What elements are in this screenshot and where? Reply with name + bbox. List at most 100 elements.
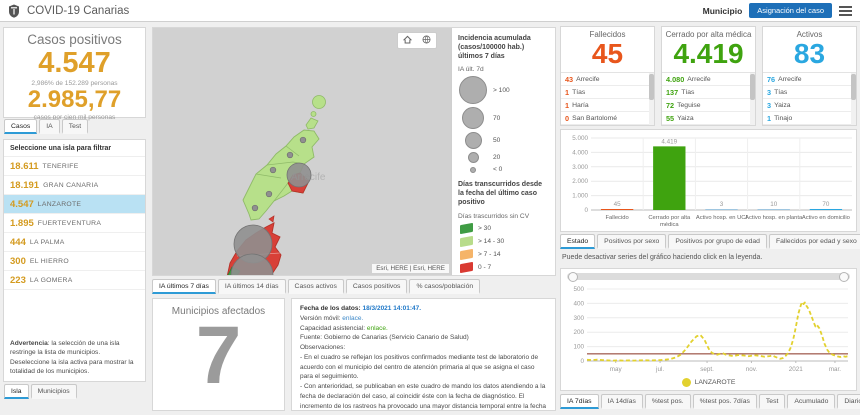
ia-line-chart-card: 0 100 200 300 400 500 may jul. sept. nov. 2021 mar.…	[560, 268, 857, 391]
tab-ia[interactable]: IA	[39, 119, 60, 134]
tab-municipios[interactable]: Municipios	[30, 384, 77, 399]
capacidad-link[interactable]: enlace.	[367, 325, 388, 332]
tab-ia-ltimos-7-d-as[interactable]: IA últimos 7 días	[152, 279, 216, 294]
legend-sizes: > 100 70 50 20 < 0	[458, 76, 549, 173]
svg-text:nov.: nov.	[746, 366, 758, 373]
status-list-item[interactable]: 1 Tinajo	[763, 112, 856, 125]
charts-hint: Puede desactivar series del gráfico haci…	[562, 254, 763, 261]
home-icon[interactable]	[402, 32, 413, 50]
tab-test-pos[interactable]: %test pos.	[644, 394, 691, 409]
svg-text:Activo hosp. en UCI: Activo hosp. en UCI	[696, 215, 748, 221]
scrollbar[interactable]	[851, 73, 856, 125]
tab-positivos-por-grupo-de-edad[interactable]: Positivos por grupo de edad	[668, 234, 767, 249]
menu-icon[interactable]	[839, 5, 852, 16]
map-attribution: Esri, HERE | Esri, HERE	[372, 264, 449, 273]
lanzarote-legend-label[interactable]: LANZAROTE	[695, 379, 736, 386]
status-list-item[interactable]: 1 Tías	[561, 86, 654, 99]
lanzarote-legend-dot[interactable]	[681, 378, 691, 387]
slider-handle-right[interactable]	[839, 272, 849, 282]
legend-days-subtitle: Días trascurridos sin CV	[458, 212, 530, 220]
notes-bullets: - En el cuadro se reflejan los positivos…	[300, 353, 547, 410]
svg-text:2021: 2021	[789, 366, 804, 373]
assign-case-button[interactable]: Asignación del caso	[749, 3, 832, 18]
status-list-item[interactable]: 3 Tías	[763, 86, 856, 99]
status-list-item[interactable]: 55 Yaiza	[662, 112, 755, 125]
status-list-item[interactable]: 3 Yaiza	[763, 99, 856, 112]
tab-fallecidos-por-edad-y-sexo[interactable]: Fallecidos por edad y sexo	[768, 234, 860, 249]
svg-text:4.000: 4.000	[572, 149, 588, 156]
line-chart-legend[interactable]: LANZAROTE	[561, 378, 856, 387]
status-card-fallecidos: Fallecidos 45 43 Arrecife 1 Tías 1 Haría 0 San Ba…	[560, 26, 655, 126]
island-filter-card: Seleccione una isla para filtrar 18.611 T…	[3, 139, 146, 382]
legend-days-item: 0 - 7	[458, 261, 549, 273]
tab-casos-poblaci-n[interactable]: % casos/población	[409, 279, 481, 294]
svg-text:3: 3	[720, 201, 724, 208]
island-row-tenerife[interactable]: 18.611 TENERIFE	[4, 157, 145, 176]
fuente-line: Fuente: Gobierno de Canarias (Servicio C…	[300, 334, 469, 342]
tab-casos-activos[interactable]: Casos activos	[287, 279, 344, 294]
positives-title: Casos positivos	[27, 32, 122, 47]
status-list-item[interactable]: 137 Tías	[662, 86, 755, 99]
island-row-fuerteventura[interactable]: 1.895 FUERTEVENTURA	[4, 214, 145, 233]
svg-text:Activo hosp. en planta: Activo hosp. en planta	[745, 215, 803, 221]
tab-ia-7d-as[interactable]: IA 7días	[560, 394, 599, 409]
legend-size-item: 70	[458, 107, 549, 130]
status-list-item[interactable]: 0 San Bartolomé	[561, 112, 654, 125]
capacidad-label: Capacidad asistencial:	[300, 324, 366, 332]
fecha-value: 18/3/2021 14:01:47.	[362, 305, 422, 312]
island-list: 18.611 TENERIFE 18.191 GRAN CANARIA 4.547 LAN…	[4, 157, 145, 290]
tab-diario[interactable]: Diario	[837, 394, 860, 409]
island-row-gran-canaria[interactable]: 18.191 GRAN CANARIA	[4, 176, 145, 195]
estado-bar-chart[interactable]: 0 1.000 2.000 3.000 4.000 5.000 45 Fallecido 4.4…	[561, 130, 856, 231]
svg-text:Fallecido: Fallecido	[605, 215, 628, 221]
scrollbar[interactable]	[649, 73, 654, 125]
basemap-globe-icon[interactable]	[421, 32, 432, 50]
note-bullet: - En el cuadro se reflejan los positivos…	[300, 353, 539, 381]
status-list-item[interactable]: 1 Haría	[561, 99, 654, 112]
island-row-la-palma[interactable]: 444 LA PALMA	[4, 233, 145, 252]
svg-text:70: 70	[822, 201, 830, 208]
island-warning: Advertencia: la selección de una isla re…	[10, 339, 134, 376]
svg-text:médica: médica	[660, 222, 679, 228]
status-list-item[interactable]: 76 Arrecife	[763, 73, 856, 86]
positives-rate: 2.985,77	[27, 86, 122, 113]
tab-ia-14d-as[interactable]: IA 14días	[600, 394, 643, 409]
svg-text:45: 45	[614, 201, 622, 208]
municipios-value: 7	[195, 310, 242, 401]
tab-casos[interactable]: Casos	[4, 119, 38, 134]
legend-size-item: 20	[458, 152, 549, 164]
tab-isla[interactable]: Isla	[4, 384, 29, 399]
time-range-slider[interactable]	[567, 272, 850, 282]
island-row-la-gomera[interactable]: 223 LA GOMERA	[4, 271, 145, 290]
status-list-item[interactable]: 43 Arrecife	[561, 73, 654, 86]
version-link[interactable]: enlace.	[342, 315, 363, 322]
status-list-item[interactable]: 72 Teguise	[662, 99, 755, 112]
tab-test-pos-7d-as[interactable]: %test pos. 7días	[692, 394, 757, 409]
svg-text:may: may	[610, 366, 623, 373]
tab-test[interactable]: Test	[61, 119, 89, 134]
svg-text:Cerrado por alta: Cerrado por alta	[648, 215, 691, 221]
tab-test[interactable]: Test	[758, 394, 786, 409]
tab-acumulado[interactable]: Acumulado	[787, 394, 836, 409]
slider-handle-left[interactable]	[568, 272, 578, 282]
version-label: Versión móvil:	[300, 314, 341, 322]
island-tabs: Isla Municipios	[4, 384, 79, 399]
island-row-lanzarote[interactable]: 4.547 LANZAROTE	[4, 195, 145, 214]
tab-positivos-por-sexo[interactable]: Positivos por sexo	[597, 234, 667, 249]
header: COVID-19 Canarias Municipio Asignación d…	[0, 0, 860, 22]
scrollbar[interactable]	[750, 73, 755, 125]
tab-ia-ltimos-14-d-as[interactable]: IA últimos 14 días	[217, 279, 286, 294]
svg-text:0: 0	[580, 358, 584, 365]
tab-casos-positivos[interactable]: Casos positivos	[345, 279, 408, 294]
map-card: Arrecife Esri, HERE | Esri, HERE Inciden…	[152, 27, 556, 276]
estado-bar-chart-card: 0 1.000 2.000 3.000 4.000 5.000 45 Fallecido 4.4…	[560, 129, 857, 232]
tab-estado[interactable]: Estado	[560, 234, 596, 249]
status-list-item[interactable]: 4.080 Arrecife	[662, 73, 755, 86]
island-row-el-hierro[interactable]: 300 EL HIERRO	[4, 252, 145, 271]
svg-text:100: 100	[573, 344, 584, 351]
svg-text:0: 0	[584, 207, 588, 214]
estado-tabs: Estado Positivos por sexo Positivos por gr…	[560, 234, 860, 249]
positives-tabs: Casos IA Test	[4, 119, 90, 134]
note-bullet: - Con anterioridad, se publicaban en est…	[300, 383, 547, 410]
ia-line-chart[interactable]: 0 100 200 300 400 500 may jul. sept. nov. 2021 mar.	[561, 283, 856, 375]
